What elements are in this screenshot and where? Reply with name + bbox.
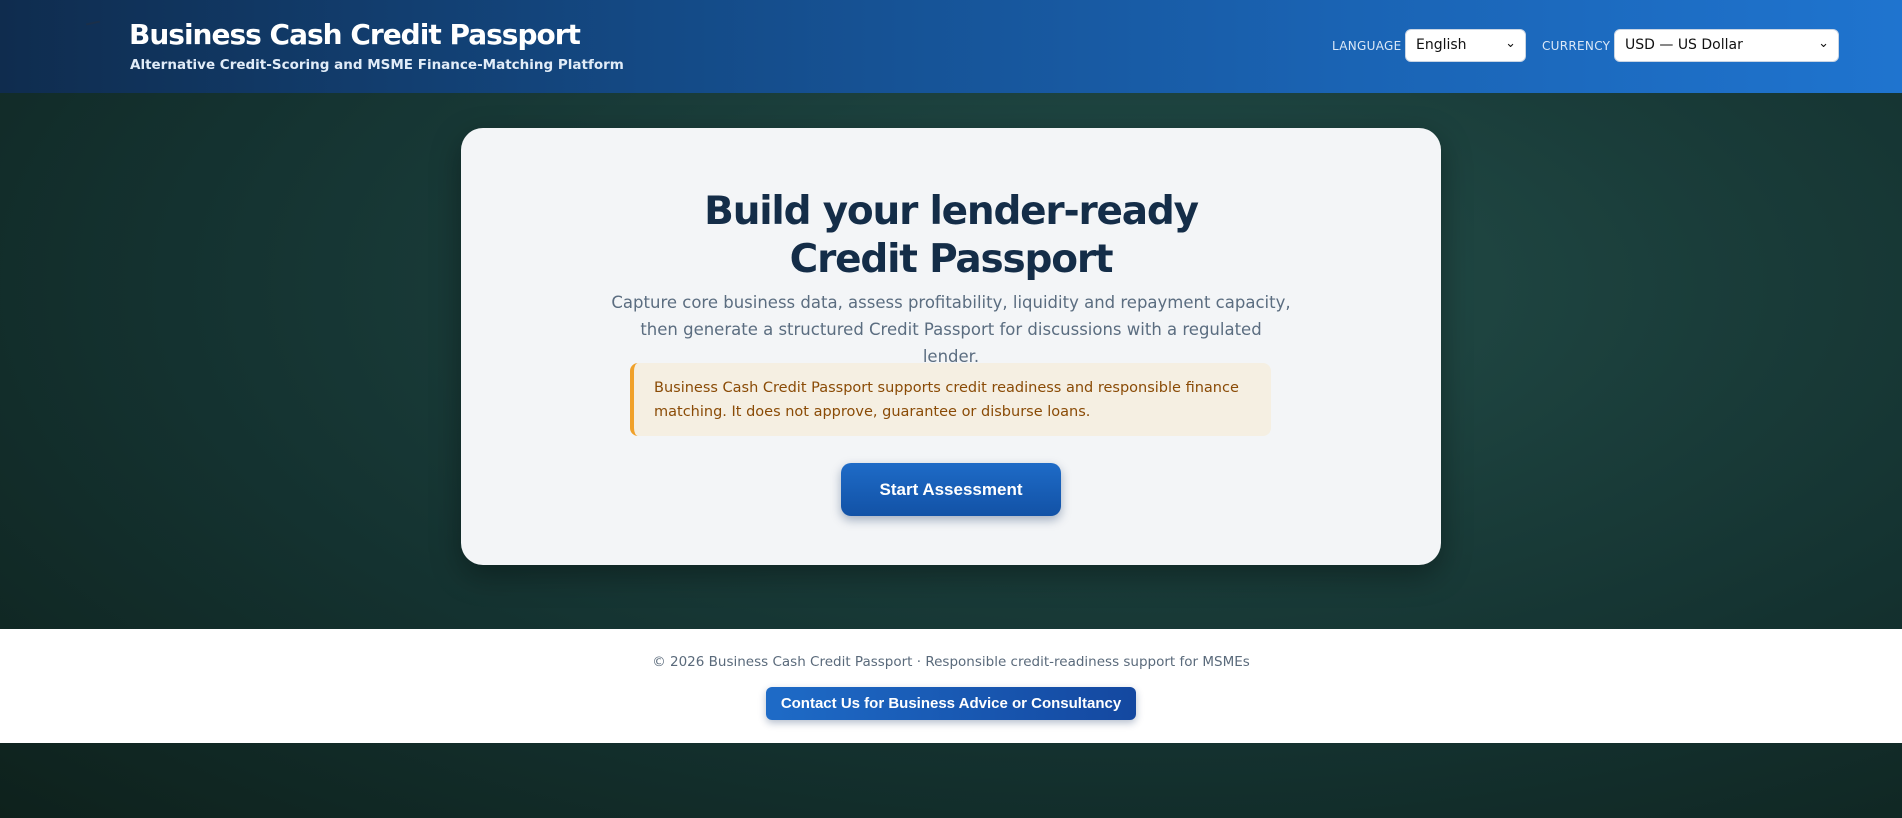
- hero-description: Capture core business data, assess profi…: [611, 293, 1291, 366]
- language-label: LANGUAGE: [1332, 39, 1402, 53]
- currency-label: CURRENCY: [1542, 39, 1611, 53]
- disclaimer-notice: Business Cash Credit Passport supports c…: [630, 363, 1271, 436]
- language-select[interactable]: English ⌄: [1405, 29, 1526, 62]
- logo-mark: [85, 20, 101, 26]
- currency-select-value: USD — US Dollar: [1625, 37, 1743, 53]
- language-select-value: English: [1416, 37, 1467, 53]
- start-assessment-button[interactable]: Start Assessment: [841, 463, 1061, 516]
- currency-select[interactable]: USD — US Dollar ⌄: [1614, 29, 1839, 62]
- top-header: Business Cash Credit Passport Alternativ…: [0, 0, 1902, 93]
- app-title: Business Cash Credit Passport: [129, 18, 581, 51]
- chevron-down-icon: ⌄: [1505, 36, 1516, 51]
- chevron-down-icon: ⌄: [1818, 36, 1829, 51]
- hero-title: Build your lender-ready Credit Passport: [704, 189, 1199, 282]
- page-footer: © 2026 Business Cash Credit Passport · R…: [0, 629, 1902, 743]
- footer-copyright: © 2026 Business Cash Credit Passport · R…: [652, 654, 1250, 670]
- hero-card: Build your lender-ready Credit Passport …: [461, 128, 1441, 565]
- contact-button[interactable]: Contact Us for Business Advice or Consul…: [766, 687, 1136, 720]
- app-subtitle: Alternative Credit-Scoring and MSME Fina…: [130, 57, 624, 73]
